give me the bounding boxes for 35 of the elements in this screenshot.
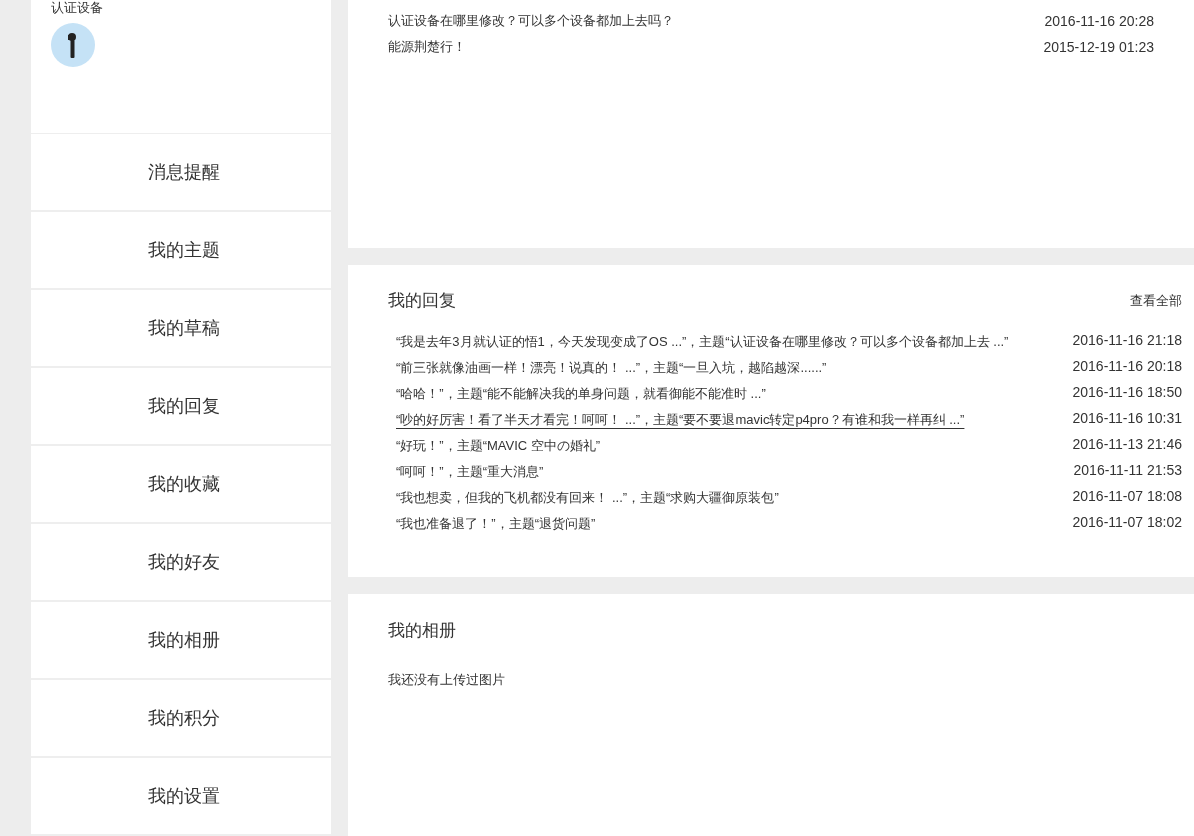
topic-time: 2016-11-16 20:28 (1044, 11, 1154, 31)
menu-item[interactable]: 消息提醒 (148, 158, 220, 186)
topic-link[interactable]: 能源荆楚行！ (388, 37, 466, 57)
menu-item[interactable]: 我的草稿 (148, 314, 220, 342)
reply-time: 2016-11-07 18:02 (1072, 513, 1182, 532)
topic-time: 2015-12-19 01:23 (1043, 37, 1154, 57)
reply-time: 2016-11-16 10:31 (1072, 409, 1182, 428)
reply-time: 2016-11-13 21:46 (1072, 435, 1182, 454)
reply-link[interactable]: “我是去年3月就认证的悟1，今天发现变成了OS ...”，主题“认证设备在哪里修改？可以多个设备都加上去 ...” (396, 331, 1009, 351)
menu-item[interactable]: 我的好友 (148, 548, 220, 576)
menu-item[interactable]: 我的收藏 (148, 470, 220, 498)
view-all-link[interactable]: 查看全部 (1130, 291, 1182, 311)
reply-link[interactable]: “我也准备退了！”，主题“退货问题” (396, 513, 596, 533)
reply-time: 2016-11-16 21:18 (1072, 331, 1182, 350)
menu-item[interactable]: 我的设置 (148, 782, 220, 810)
reply-time: 2016-11-07 18:08 (1072, 487, 1182, 506)
menu-item[interactable]: 我的主题 (148, 236, 220, 264)
reply-time: 2016-11-11 21:53 (1073, 461, 1182, 480)
reply-link[interactable]: “好玩！”，主题“MAVIC 空中の婚礼” (396, 435, 601, 455)
topic-link[interactable]: 认证设备在哪里修改？可以多个设备都加上去吗？ (388, 11, 674, 31)
menu-item[interactable]: 我的积分 (148, 704, 220, 732)
device-label: 认证设备 (51, 0, 104, 15)
menu-item[interactable]: 我的相册 (148, 626, 220, 654)
reply-link[interactable]: “我也想卖，但我的飞机都没有回来！ ...”，主题“求购大疆御原装包” (396, 487, 779, 507)
empty-message: 我还没有上传过图片 (388, 671, 506, 689)
section-title: 我的相册 (388, 620, 457, 642)
reply-link[interactable]: “前三张就像油画一样！漂亮！说真的！ ...”，主题“一旦入坑，越陷越深......” (396, 357, 827, 377)
reply-link[interactable]: “吵的好厉害！看了半天才看完！呵呵！ ...”，主题“要不要退mavic转定p4pro？有谁和我一样再纠 ...” (396, 409, 965, 429)
menu-item[interactable]: 我的回复 (148, 392, 220, 420)
reply-time: 2016-11-16 18:50 (1072, 383, 1182, 402)
section-title: 我的回复 (388, 290, 456, 313)
reply-link[interactable]: “哈哈！”，主题“能不能解决我的单身问题，就看御能不能准时 ...” (396, 383, 766, 403)
reply-link[interactable]: “呵呵！”，主题“重大消息” (396, 461, 544, 481)
gimbal-camera-icon (51, 23, 95, 67)
reply-time: 2016-11-16 20:18 (1072, 357, 1182, 376)
